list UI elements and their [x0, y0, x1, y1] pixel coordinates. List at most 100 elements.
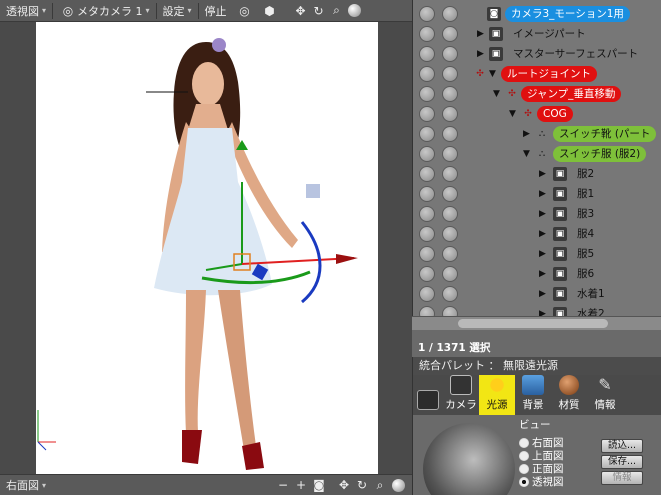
expand-arrow-icon[interactable]: ▶ [539, 269, 546, 279]
view-mode-label: 透視図 [6, 4, 39, 18]
visibility-toggle[interactable] [419, 86, 435, 102]
info-button[interactable]: 情報 [601, 471, 643, 485]
expand-arrow-icon[interactable]: ▶ [539, 209, 546, 219]
lock-toggle[interactable] [442, 66, 458, 82]
expand-arrow-icon[interactable]: ▶ [477, 29, 484, 39]
outliner-row-label: ルートジョイント [501, 66, 597, 82]
visibility-toggle[interactable] [419, 166, 435, 182]
lock-toggle[interactable] [442, 286, 458, 302]
lock-toggle[interactable] [442, 86, 458, 102]
cube-icon[interactable]: ⬢ [262, 3, 278, 19]
visibility-toggle[interactable] [419, 246, 435, 262]
rotate-icon[interactable]: ↻ [311, 3, 327, 19]
sun-icon [487, 375, 507, 395]
collapse-arrow-icon[interactable]: ▼ [523, 149, 530, 159]
outliner-row[interactable]: ▶ ▣ 服6 [413, 264, 661, 284]
visibility-toggle[interactable] [419, 286, 435, 302]
lock-toggle[interactable] [442, 106, 458, 122]
tab-background[interactable]: 背景 [515, 375, 551, 415]
tab-light[interactable]: 光源 [479, 375, 515, 415]
radio-dot[interactable] [519, 476, 529, 487]
move-icon[interactable]: ✥ [293, 3, 309, 19]
tab-camera[interactable]: カメラ [443, 375, 479, 415]
visibility-toggle[interactable] [419, 266, 435, 282]
radio-dot[interactable] [519, 463, 529, 474]
outliner-horizontal-scrollbar[interactable] [412, 316, 661, 330]
visibility-toggle[interactable] [419, 146, 435, 162]
lock-toggle[interactable] [442, 266, 458, 282]
camera-snap-icon[interactable]: ◙ [311, 477, 327, 493]
collapse-arrow-icon[interactable]: ▼ [493, 89, 500, 99]
camera-icon: ◙ [487, 7, 501, 21]
outliner-row[interactable]: ▶ ▣ イメージパート [413, 24, 661, 44]
tab-info[interactable]: ✎ 情報 [587, 375, 623, 415]
outliner-row[interactable]: ▶ ⛬ スイッチ靴 (パート [413, 124, 661, 144]
visibility-toggle[interactable] [419, 46, 435, 62]
lock-toggle[interactable] [442, 226, 458, 242]
lock-toggle[interactable] [442, 166, 458, 182]
collapse-arrow-icon[interactable]: ▼ [509, 109, 516, 119]
outliner-row[interactable]: ▶ ▣ 服2 [413, 164, 661, 184]
outliner-row[interactable]: ◙ カメラ3_モーション1用 [413, 4, 661, 24]
collapse-arrow-icon[interactable]: ▼ [489, 69, 496, 79]
lock-toggle[interactable] [442, 246, 458, 262]
outliner-row[interactable]: ▶ ▣ 服4 [413, 224, 661, 244]
radio-dot[interactable] [519, 450, 529, 461]
lock-toggle[interactable] [442, 186, 458, 202]
lock-toggle[interactable] [442, 206, 458, 222]
radio-dot[interactable] [519, 437, 529, 448]
lock-toggle[interactable] [442, 46, 458, 62]
zoom-icon[interactable]: ⌕ [372, 477, 388, 493]
outliner-row[interactable]: ▶ ▣ 水着1 [413, 284, 661, 304]
lock-toggle[interactable] [442, 6, 458, 22]
outliner-row[interactable]: ▶ ▣ マスターサーフェスパート [413, 44, 661, 64]
save-button[interactable]: 保存... [601, 455, 643, 469]
scrollbar-thumb[interactable] [458, 319, 608, 328]
outliner-row[interactable]: ▶ ▣ 服3 [413, 204, 661, 224]
visibility-toggle[interactable] [419, 6, 435, 22]
zoom-in-icon[interactable]: + [293, 477, 309, 493]
target-icon[interactable]: ◎ [237, 3, 253, 19]
load-button[interactable]: 読込... [601, 439, 643, 453]
visibility-toggle[interactable] [419, 66, 435, 82]
move-icon[interactable]: ✥ [336, 477, 352, 493]
visibility-toggle[interactable] [419, 26, 435, 42]
zoom-out-icon[interactable]: − [275, 477, 291, 493]
lock-toggle[interactable] [442, 146, 458, 162]
shading-ball-icon[interactable] [390, 477, 406, 493]
view-mode-dropdown[interactable]: 透視図 [0, 0, 52, 22]
expand-arrow-icon[interactable]: ▶ [539, 229, 546, 239]
visibility-toggle[interactable] [419, 106, 435, 122]
expand-arrow-icon[interactable]: ▶ [539, 169, 546, 179]
render-canvas[interactable] [36, 22, 378, 474]
outliner-row[interactable]: ▶ ▣ 服5 [413, 244, 661, 264]
camera-dropdown[interactable]: ◎ メタカメラ 1 [53, 0, 156, 22]
visibility-toggle[interactable] [419, 186, 435, 202]
light-preview-sphere[interactable] [423, 423, 515, 495]
zoom-icon[interactable]: ⌕ [329, 3, 345, 19]
visibility-toggle[interactable] [419, 226, 435, 242]
expand-arrow-icon[interactable]: ▶ [477, 49, 484, 59]
expand-arrow-icon[interactable]: ▶ [539, 289, 546, 299]
expand-arrow-icon[interactable]: ▶ [539, 249, 546, 259]
rotate-icon[interactable]: ↻ [354, 477, 370, 493]
settings-dropdown[interactable]: 設定 [157, 0, 198, 22]
outliner-row[interactable]: ✣ ▼ ルートジョイント [413, 64, 661, 84]
tab-selection-tool[interactable] [413, 375, 443, 415]
visibility-toggle[interactable] [419, 206, 435, 222]
view-radio-perspective[interactable]: 透視図 [519, 474, 564, 489]
outliner-row[interactable]: ▼ ⛬ スイッチ服 (服2) [413, 144, 661, 164]
lock-toggle[interactable] [442, 26, 458, 42]
visibility-toggle[interactable] [419, 126, 435, 142]
lock-toggle[interactable] [442, 126, 458, 142]
tab-material[interactable]: 材質 [551, 375, 587, 415]
outliner-row[interactable]: ▼ ✣ COG [413, 104, 661, 124]
stop-button[interactable]: 停止 [199, 0, 233, 22]
outliner-row[interactable]: ▶ ▣ 服1 [413, 184, 661, 204]
part-icon: ▣ [553, 287, 567, 301]
expand-arrow-icon[interactable]: ▶ [539, 189, 546, 199]
expand-arrow-icon[interactable]: ▶ [523, 129, 530, 139]
outliner-row[interactable]: ▼ ✣ ジャンプ_垂直移動 [413, 84, 661, 104]
bottom-view-dropdown[interactable]: 右面図 [0, 474, 52, 495]
shading-ball-icon[interactable] [347, 3, 363, 19]
